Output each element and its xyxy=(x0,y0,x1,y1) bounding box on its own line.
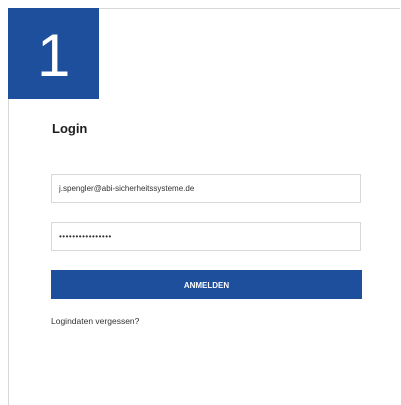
email-field[interactable]: j.spengler@abi-sicherheitssysteme.de xyxy=(51,174,361,203)
page-title: Login xyxy=(52,121,88,136)
email-value: j.spengler@abi-sicherheitssysteme.de xyxy=(59,184,195,193)
forgot-login-link[interactable]: Logindaten vergessen? xyxy=(51,316,139,326)
step-number: 1 xyxy=(37,22,71,89)
password-value: •••••••••••••••• xyxy=(59,232,112,241)
password-field[interactable]: •••••••••••••••• xyxy=(51,222,361,251)
step-number-badge: 1 xyxy=(8,8,99,99)
login-button[interactable]: ANMELDEN xyxy=(51,270,362,299)
